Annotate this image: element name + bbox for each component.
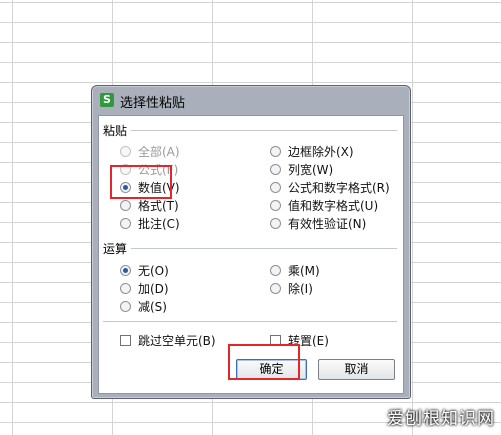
dialog-titlebar[interactable]: S 选择性粘贴 xyxy=(92,86,410,114)
paste-option-values-and-number-formats-label: 值和数字格式(U) xyxy=(288,198,379,213)
radio-button-icon xyxy=(270,282,281,294)
paste-option-all-except-borders[interactable]: 边框除外(X) xyxy=(270,143,354,159)
ok-button[interactable]: 确定 xyxy=(236,359,307,380)
paste-option-values-label: 数值(V) xyxy=(138,180,180,195)
radio-button-checked-icon xyxy=(120,181,131,193)
paste-option-column-widths-label: 列宽(W) xyxy=(288,162,334,177)
paste-group-label: 粘贴 xyxy=(103,124,128,138)
paste-option-formats[interactable]: 格式(T) xyxy=(120,197,179,213)
radio-button-icon xyxy=(120,163,131,175)
paste-option-validation-label: 有效性验证(N) xyxy=(288,216,367,231)
radio-button-icon xyxy=(120,199,131,211)
radio-button-icon xyxy=(120,300,131,312)
operation-option-multiply-label: 乘(M) xyxy=(288,263,320,278)
paste-option-all-except-borders-label: 边框除外(X) xyxy=(288,144,354,159)
paste-special-dialog: S 选择性粘贴 粘贴 全部(A) 公式(F) 数值(V) 格式(T) 批注(C) xyxy=(91,85,411,399)
operation-option-add-label: 加(D) xyxy=(138,281,169,296)
radio-button-icon xyxy=(270,163,281,175)
dialog-body: 粘贴 全部(A) 公式(F) 数值(V) 格式(T) 批注(C) 边框除外(X) xyxy=(98,115,404,394)
operation-option-subtract[interactable]: 减(S) xyxy=(120,298,167,314)
radio-button-icon xyxy=(270,217,281,229)
operation-group-separator xyxy=(131,248,397,249)
paste-option-values[interactable]: 数值(V) xyxy=(120,179,180,195)
radio-button-icon xyxy=(120,217,131,229)
operation-option-subtract-label: 减(S) xyxy=(138,299,167,314)
radio-button-icon xyxy=(120,282,131,294)
cancel-button[interactable]: 取消 xyxy=(318,359,395,380)
paste-option-comments[interactable]: 批注(C) xyxy=(120,215,180,231)
operation-option-add[interactable]: 加(D) xyxy=(120,280,169,296)
radio-button-icon xyxy=(270,145,281,157)
paste-option-formulas-label: 公式(F) xyxy=(138,162,179,177)
operation-group-label: 运算 xyxy=(103,242,128,256)
radio-button-icon xyxy=(120,145,131,157)
radio-button-icon xyxy=(270,199,281,211)
dialog-title: 选择性粘贴 xyxy=(120,96,186,111)
watermark-text: 爱刨根知识网 xyxy=(387,409,495,429)
skip-blanks-checkbox[interactable]: 跳过空单元(B) xyxy=(120,332,216,348)
operation-option-multiply[interactable]: 乘(M) xyxy=(270,262,320,278)
operation-option-divide[interactable]: 除(I) xyxy=(270,280,313,296)
paste-option-formulas[interactable]: 公式(F) xyxy=(120,161,178,177)
transpose-label: 转置(E) xyxy=(288,333,329,348)
checkbox-icon xyxy=(270,334,281,346)
paste-option-all-label: 全部(A) xyxy=(138,144,180,159)
paste-option-values-and-number-formats[interactable]: 值和数字格式(U) xyxy=(270,197,378,213)
radio-button-checked-icon xyxy=(120,264,131,276)
operation-option-divide-label: 除(I) xyxy=(288,281,313,296)
checkbox-icon xyxy=(120,334,131,346)
operation-option-none[interactable]: 无(O) xyxy=(120,262,169,278)
transpose-checkbox[interactable]: 转置(E) xyxy=(270,332,329,348)
paste-group-separator xyxy=(131,130,397,131)
paste-option-formulas-and-number-formats-label: 公式和数字格式(R) xyxy=(288,180,390,195)
wps-app-icon: S xyxy=(100,93,114,107)
options-separator xyxy=(103,321,397,322)
skip-blanks-label: 跳过空单元(B) xyxy=(138,333,216,348)
paste-option-validation[interactable]: 有效性验证(N) xyxy=(270,215,366,231)
paste-option-formats-label: 格式(T) xyxy=(138,198,179,213)
paste-option-comments-label: 批注(C) xyxy=(138,216,180,231)
radio-button-icon xyxy=(270,181,281,193)
paste-option-formulas-and-number-formats[interactable]: 公式和数字格式(R) xyxy=(270,179,390,195)
radio-button-icon xyxy=(270,264,281,276)
operation-option-none-label: 无(O) xyxy=(138,263,169,278)
paste-option-all[interactable]: 全部(A) xyxy=(120,143,180,159)
paste-option-column-widths[interactable]: 列宽(W) xyxy=(270,161,333,177)
